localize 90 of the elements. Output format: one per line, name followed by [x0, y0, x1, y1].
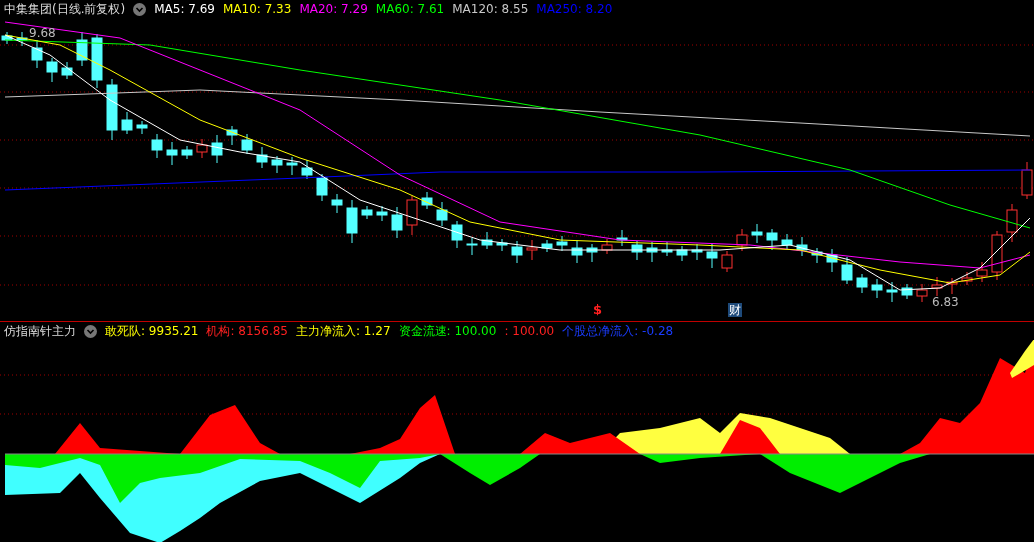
candlestick [736, 228, 748, 252]
candlestick [1, 31, 13, 45]
candlestick [721, 250, 733, 273]
candlestick [61, 61, 73, 80]
candlestick [286, 156, 298, 176]
finance-badge: 财 [728, 303, 742, 317]
price-label: 6.83 [932, 295, 959, 309]
candlestick [676, 245, 688, 262]
candlestick [196, 138, 208, 159]
candlestick [211, 134, 223, 164]
candlestick [331, 193, 343, 214]
candlestick [526, 239, 538, 261]
candlestick [886, 281, 898, 303]
candlestick [226, 125, 238, 146]
legend-label: 敢死队: 9935.21 [105, 322, 199, 340]
candlestick [121, 111, 133, 135]
candlestick [706, 243, 718, 269]
candlestick [841, 256, 853, 285]
candlestick [316, 173, 328, 202]
candlestick [571, 239, 583, 264]
candlestick [796, 236, 808, 257]
candlestick [16, 31, 28, 47]
candlestick [1006, 203, 1018, 243]
candlestick [871, 278, 883, 299]
candlestick [541, 239, 553, 253]
candlestick [766, 228, 778, 251]
legend-label: 主力净流入: 1.27 [295, 322, 391, 340]
candlestick [346, 199, 358, 244]
legend-label: MA10: 7.33 [222, 2, 292, 16]
candlestick [76, 31, 88, 67]
candlestick [556, 235, 568, 252]
candlestick [961, 271, 973, 286]
price-label: 9.68 [29, 26, 56, 40]
candlestick [46, 57, 58, 83]
candlestick [481, 231, 493, 250]
candlestick [616, 229, 628, 247]
candlestick [151, 133, 163, 159]
candlestick [421, 191, 433, 210]
candlestick [586, 243, 598, 263]
candlestick [136, 120, 148, 135]
candlestick [826, 248, 838, 273]
legend-label: MA5: 7.69 [154, 2, 215, 16]
inflow-overlay-area [1010, 340, 1034, 378]
candlestick [106, 78, 118, 141]
candlestick [376, 205, 388, 222]
candlestick [466, 237, 478, 256]
legend-label: 资金流速: 100.00 [398, 322, 497, 340]
dividend-marker: $ [593, 302, 603, 317]
candlestick [601, 238, 613, 255]
chart-title: 中集集团(日线.前复权) [4, 0, 126, 18]
candlestick [166, 141, 178, 166]
legend-label: 机构: 8156.85 [206, 322, 288, 340]
candlestick [661, 241, 673, 257]
candlestick [31, 39, 43, 69]
candlestick [496, 238, 508, 252]
candlestick [451, 220, 463, 249]
candlestick [781, 233, 793, 250]
candlestick [751, 223, 763, 244]
candlestick [631, 240, 643, 261]
candlestick [511, 240, 523, 264]
candlestick [256, 146, 268, 169]
candlestick [901, 283, 913, 300]
candlestick [646, 241, 658, 263]
candlestick [436, 201, 448, 227]
candlestick [946, 277, 958, 295]
legend-label: MA60: 7.61 [375, 2, 445, 16]
candlestick [916, 283, 928, 303]
candlestick [241, 133, 253, 155]
candlestick [1021, 161, 1033, 200]
candlestick [361, 205, 373, 220]
legend-label: MA250: 8.20 [536, 2, 613, 16]
candlestick [691, 243, 703, 261]
chart-title: 仿指南针主力 [4, 322, 76, 340]
candlestick [301, 159, 313, 180]
collapse-icon[interactable] [84, 324, 97, 338]
candlestick [181, 145, 193, 160]
legend-label: MA20: 7.29 [299, 2, 368, 16]
candlestick [856, 273, 868, 294]
candlestick [976, 261, 988, 283]
candlestick [991, 230, 1003, 281]
candlestick [391, 206, 403, 239]
legend-label: : 100.00 [504, 324, 555, 338]
candlestick [811, 247, 823, 264]
collapse-icon[interactable] [133, 2, 147, 16]
candlestick [406, 195, 418, 236]
candlestick [91, 33, 103, 89]
legend-label: MA120: 8.55 [452, 2, 529, 16]
candlestick [271, 155, 283, 174]
candlestick [931, 276, 943, 297]
legend-label: 个股总净流入: -0.28 [562, 322, 674, 340]
